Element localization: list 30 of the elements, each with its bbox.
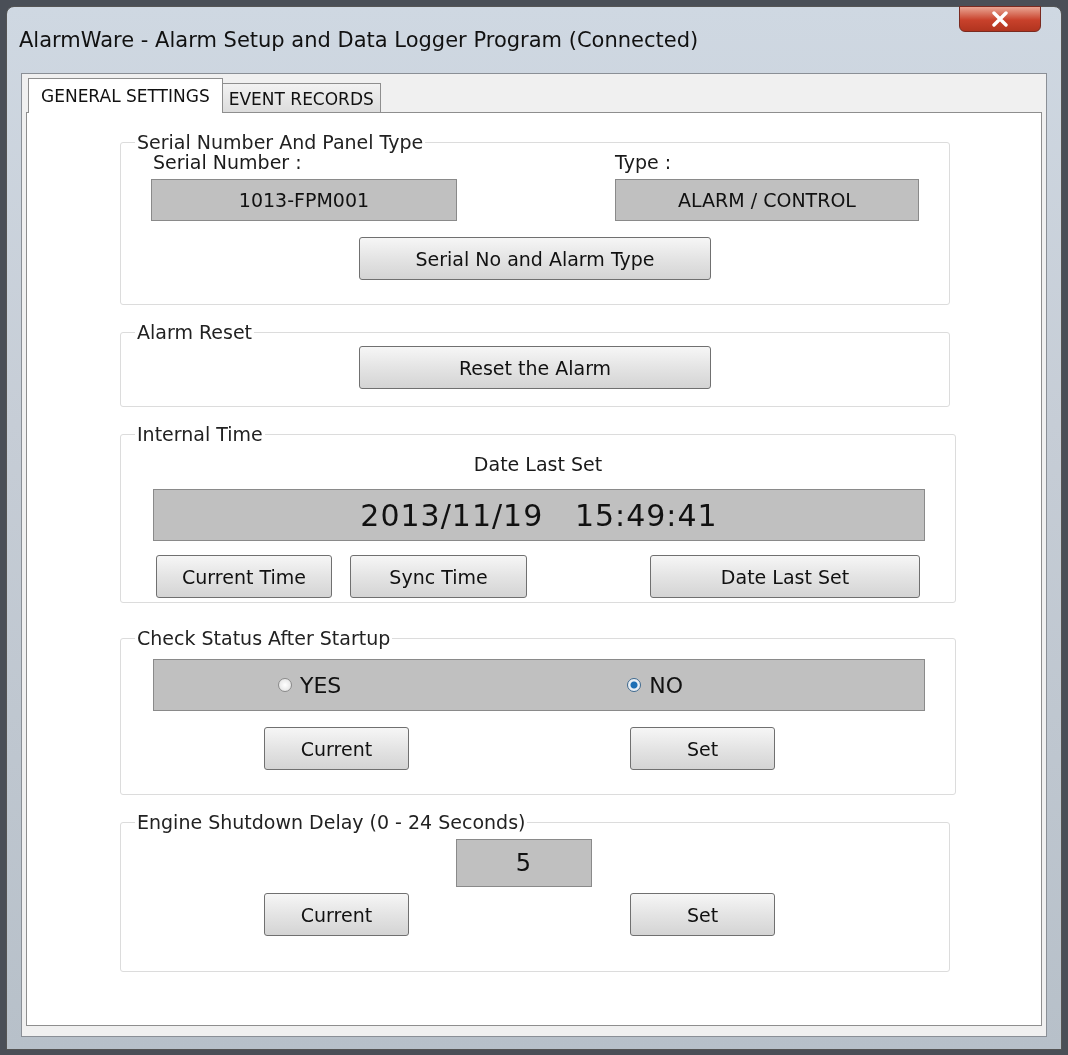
- time-button[interactable]: Current Time: [156, 555, 332, 598]
- radio-button[interactable]: [278, 678, 292, 692]
- serial-type-button[interactable]: Serial No and Alarm Type: [359, 237, 711, 280]
- group-title: Engine Shutdown Delay (0 - 24 Seconds): [136, 811, 527, 833]
- type-label: Type :: [615, 151, 673, 173]
- group-title: Alarm Reset: [136, 321, 254, 343]
- status-button[interactable]: Current: [264, 727, 409, 770]
- group-title: Serial Number And Panel Type: [136, 131, 425, 153]
- group-title: Internal Time: [136, 423, 264, 445]
- delay-button[interactable]: Current: [264, 893, 409, 936]
- tab[interactable]: EVENT RECORDS: [221, 83, 381, 113]
- reset-alarm-button[interactable]: Reset the Alarm: [359, 346, 711, 389]
- tab[interactable]: GENERAL SETTINGS: [28, 78, 223, 113]
- close-button[interactable]: [959, 6, 1041, 32]
- serial-number-label: Serial Number :: [153, 151, 303, 173]
- status-button[interactable]: Set: [630, 727, 775, 770]
- time-button[interactable]: Date Last Set: [650, 555, 920, 598]
- close-icon: [990, 11, 1010, 27]
- type-field: ALARM / CONTROL: [615, 179, 919, 221]
- serial-number-field: 1013-FPM001: [151, 179, 457, 221]
- group-title: Check Status After Startup: [136, 627, 392, 649]
- time-button[interactable]: Sync Time: [350, 555, 527, 598]
- radio-option[interactable]: YES: [278, 672, 342, 698]
- delay-value-field: 5: [455, 839, 592, 887]
- window-title: AlarmWare - Alarm Setup and Data Logger Program (Connected): [19, 28, 699, 52]
- date-last-set-caption: Date Last Set: [473, 453, 603, 475]
- delay-button[interactable]: Set: [630, 893, 775, 936]
- radio-button[interactable]: [627, 678, 642, 692]
- radio-option[interactable]: NO: [627, 672, 684, 698]
- date-time-display: 2013/11/19 15:49:41: [153, 489, 925, 541]
